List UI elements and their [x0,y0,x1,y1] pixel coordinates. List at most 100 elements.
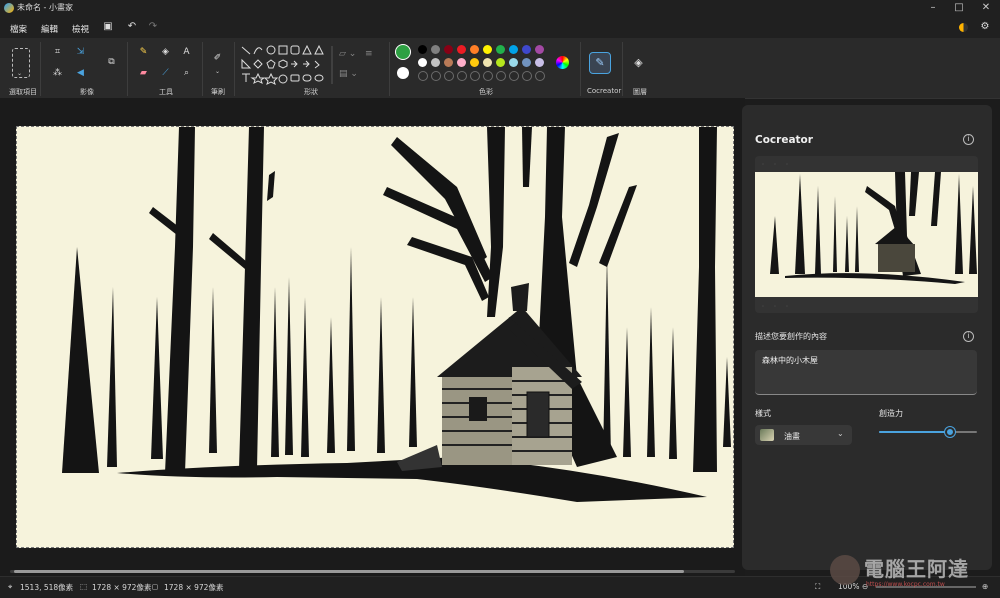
group-label-layers: 圖層 [633,88,647,96]
custom-color-slot[interactable] [509,71,519,81]
primary-color-swatch[interactable] [396,45,410,59]
shapes-gallery[interactable]: ▱ ⌄ ▤ ⌄ ≡ [240,44,390,88]
layers-icon[interactable]: ◈ [632,56,645,69]
color-swatch[interactable] [418,58,427,67]
image-creator-icon[interactable]: ⧉ [105,56,118,69]
color-swatch[interactable] [496,45,505,54]
title-bar [0,0,1000,16]
selection-size: 1728 × 972像素 [92,583,152,592]
horizontal-scrollbar-thumb[interactable] [14,570,684,573]
color-swatch[interactable] [457,58,466,67]
color-swatch[interactable] [444,45,453,54]
drawing-canvas[interactable] [16,126,734,548]
color-wheel-icon[interactable] [556,56,569,69]
canvas-size-icon: ◻ [152,582,159,591]
group-label-selection: 選取項目 [9,88,37,96]
ribbon-divider [622,42,623,96]
color-swatch[interactable] [457,45,466,54]
color-swatch[interactable] [431,58,440,67]
custom-color-slot[interactable] [470,71,480,81]
color-swatch[interactable] [509,45,518,54]
text-tool-icon[interactable]: A [180,46,193,59]
crop-icon[interactable]: ⌗ [51,46,64,59]
color-swatch[interactable] [522,45,531,54]
secondary-color-swatch[interactable] [397,67,409,79]
color-swatch[interactable] [509,58,518,67]
selection-size-icon: ⬚ [80,582,88,591]
fill-bucket-icon[interactable]: ◈ [159,46,172,59]
style-dropdown-value[interactable]: 油畫 [784,431,800,442]
creativity-slider-thumb[interactable] [944,427,955,437]
maximize-button[interactable]: □ [952,1,966,14]
color-swatch[interactable] [483,45,492,54]
custom-color-slot[interactable] [457,71,467,81]
menu-file[interactable]: 檔案 [10,23,27,35]
selection-chevron-icon[interactable]: ⌄ [17,70,22,77]
style-thumbnail [760,429,774,441]
chevron-down-icon[interactable]: ⌄ [837,429,844,438]
window-title: 未命名 - 小畫家 [17,3,73,12]
magnifier-icon[interactable]: ⌕ [180,67,193,80]
brush-chevron-icon[interactable]: ⌄ [215,68,220,75]
redo-icon[interactable]: ↷ [146,20,160,34]
custom-color-slot[interactable] [496,71,506,81]
color-swatch[interactable] [444,58,453,67]
resize-icon[interactable]: ⇲ [74,46,87,59]
color-palette [418,45,548,85]
cursor-position: 1513, 518像素 [20,583,74,592]
ribbon-divider [202,42,203,96]
color-swatch[interactable] [470,58,479,67]
rotate-icon[interactable]: ◀ [74,67,87,80]
custom-color-slot[interactable] [431,71,441,81]
undo-icon[interactable]: ↶ [125,20,139,34]
color-swatch[interactable] [535,58,544,67]
brush-icon[interactable]: ✐ [211,52,224,65]
ribbon-divider [40,42,41,96]
custom-color-slot[interactable] [418,71,428,81]
group-label-tools: 工具 [159,88,173,96]
ribbon-divider [127,42,128,96]
group-label-shapes: 形狀 [304,88,318,96]
generated-preview-image[interactable] [755,156,978,313]
ribbon-divider [580,42,581,96]
svg-text:▱ ⌄: ▱ ⌄ [339,49,356,59]
group-label-image: 影像 [80,88,94,96]
info-icon[interactable]: i [963,134,974,145]
color-picker-icon[interactable]: ⟋ [159,67,172,80]
pencil-icon[interactable]: ✎ [137,46,150,59]
color-swatch[interactable] [496,58,505,67]
menu-view[interactable]: 檢視 [72,23,89,35]
close-button[interactable]: ✕ [979,1,993,14]
eraser-icon[interactable]: ▰ [137,67,150,80]
color-swatch[interactable] [522,58,531,67]
watermark-url: https://www.kocpc.com.tw [866,581,945,588]
custom-color-slot[interactable] [483,71,493,81]
save-icon[interactable]: ▣ [101,20,115,34]
color-swatch[interactable] [470,45,479,54]
creativity-label: 創造力 [879,409,903,418]
cocreator-icon[interactable]: ✎ [589,52,611,74]
group-label-colors: 色彩 [479,88,493,96]
custom-color-slot[interactable] [522,71,532,81]
prompt-label: 描述您要創作的內容 [755,332,827,341]
remove-background-icon[interactable]: ⁂ [51,67,64,80]
ribbon-divider [389,42,390,96]
settings-gear-icon[interactable]: ⚙ [978,20,992,34]
color-swatch[interactable] [535,45,544,54]
prompt-input-value[interactable]: 森林中的小木屋 [762,355,818,366]
color-swatch[interactable] [483,58,492,67]
prompt-info-icon[interactable]: i [963,331,974,342]
account-icon[interactable] [959,23,968,32]
cursor-icon: ⌖ [8,582,13,591]
svg-text:≡: ≡ [365,49,373,59]
canvas-artwork [17,127,733,547]
custom-color-slot[interactable] [444,71,454,81]
menu-edit[interactable]: 編輯 [41,23,58,35]
color-swatch[interactable] [431,45,440,54]
watermark-text: 電腦王阿達 [864,557,969,581]
site-watermark: 電腦王阿達 https://www.kocpc.com.tw [810,545,1000,597]
group-label-cocreator[interactable]: Cocreator [587,87,621,95]
color-swatch[interactable] [418,45,427,54]
custom-color-slot[interactable] [535,71,545,81]
minimize-button[interactable]: – [926,1,940,14]
